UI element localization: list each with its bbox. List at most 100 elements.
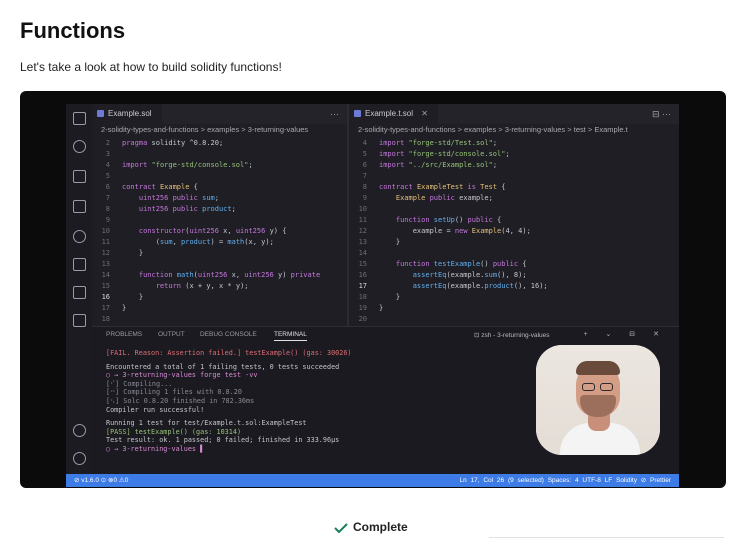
- line-number: 14: [101, 271, 110, 279]
- code-line[interactable]: 10: [349, 204, 548, 215]
- code-line[interactable]: 14: [349, 248, 548, 259]
- terminal-selector[interactable]: ⊡ zsh - 3-returning-values: [474, 331, 550, 339]
- line-number: 19: [358, 304, 367, 312]
- line-number: 6: [105, 183, 110, 191]
- complete-button[interactable]: Complete: [334, 517, 408, 537]
- close-icon[interactable]: ✕: [421, 109, 428, 118]
- remote-icon[interactable]: [73, 286, 86, 299]
- code-line[interactable]: 3: [92, 149, 320, 160]
- split-editor-icon[interactable]: ⊟ ···: [652, 104, 671, 124]
- code-line[interactable]: 19}: [349, 303, 548, 314]
- line-number: 12: [101, 249, 110, 257]
- line-number: 10: [101, 227, 110, 235]
- code-line[interactable]: 11 (sum, product) = math(x, y);: [92, 237, 320, 248]
- code-line[interactable]: 7 uint256 public sum;: [92, 193, 320, 204]
- code-line[interactable]: 2 pragma solidity ^0.8.20;: [92, 138, 320, 149]
- code-line[interactable]: 5: [92, 171, 320, 182]
- line-number: 16: [358, 271, 367, 279]
- tab-example-t-sol[interactable]: Example.t.sol ✕: [349, 104, 438, 124]
- terminal-line: [⠒] Compiling 1 files with 0.8.20: [106, 388, 242, 397]
- code-line[interactable]: 9: [92, 215, 320, 226]
- code-line[interactable]: 5 import "forge-std/console.sol";: [349, 149, 548, 160]
- page-title: Functions: [20, 18, 126, 43]
- code-line[interactable]: 15 return (x + y, x * y);: [92, 281, 320, 292]
- run-debug-icon[interactable]: [73, 170, 86, 183]
- code-line[interactable]: 4 import "forge-std/Test.sol";: [349, 138, 548, 149]
- line-number: 20: [358, 315, 367, 323]
- code-line[interactable]: 13 }: [349, 237, 548, 248]
- code-text: }: [122, 304, 127, 312]
- tab-terminal[interactable]: TERMINAL: [274, 331, 307, 341]
- code-text: function math(uint256 x, uint256 y) priv…: [138, 271, 321, 279]
- code-line[interactable]: 18 }: [349, 292, 548, 303]
- code-text: uint256 public sum;: [138, 194, 219, 202]
- code-text: import "forge-std/Test.sol";: [379, 139, 498, 147]
- code-text: assertEq(example.sum(), 8);: [412, 271, 527, 279]
- solidity-file-icon: [354, 110, 361, 117]
- terminal-line: Running 1 test for test/Example.t.sol:Ex…: [106, 419, 307, 428]
- code-line[interactable]: 11 function setUp() public {: [349, 215, 548, 226]
- code-line[interactable]: 7: [349, 171, 548, 182]
- code-area[interactable]: 4 import "forge-std/Test.sol"; 5 import "fo…: [349, 138, 548, 325]
- code-line[interactable]: 6 import "../src/Example.sol";: [349, 160, 548, 171]
- status-right[interactable]: Ln 17, Col 26 (9 selected) Spaces: 4 UTF…: [459, 474, 671, 487]
- code-text: constructor(uint256 x, uint256 y) {: [138, 227, 287, 235]
- line-number: 10: [358, 205, 367, 213]
- code-line[interactable]: 15 function testExample() public {: [349, 259, 548, 270]
- more-actions-icon[interactable]: ···: [330, 104, 339, 124]
- tab-output[interactable]: OUTPUT: [158, 331, 185, 338]
- code-line[interactable]: 12 example = new Example(4, 4);: [349, 226, 548, 237]
- terminal-output[interactable]: [FAIL. Reason: Assertion failed.] testEx…: [106, 349, 352, 454]
- line-number: 5: [362, 150, 367, 158]
- webcam-overlay: [536, 345, 660, 455]
- code-line[interactable]: 4 import "forge-std/console.sol";: [92, 160, 320, 171]
- tab-problems[interactable]: PROBLEMS: [106, 331, 142, 338]
- right-editor-pane: Example.t.sol ✕ ⊟ ··· 2-solidity-types-a…: [349, 104, 679, 326]
- code-line[interactable]: 8 contract ExampleTest is Test {: [349, 182, 548, 193]
- terminal-line: Compiler run successful!: [106, 405, 205, 414]
- presenter-hair: [576, 361, 620, 375]
- code-text: }: [379, 238, 401, 246]
- line-number: 4: [105, 161, 110, 169]
- solidity-file-icon: [97, 110, 104, 117]
- code-line[interactable]: 12 }: [92, 248, 320, 259]
- search-icon[interactable]: [73, 140, 86, 153]
- code-line[interactable]: 8 uint256 public product;: [92, 204, 320, 215]
- code-text: import "../src/Example.sol";: [379, 161, 498, 169]
- code-line[interactable]: 17 assertEq(example.product(), 16);: [349, 281, 548, 292]
- breadcrumb[interactable]: 2-solidity-types-and-functions > example…: [92, 124, 347, 136]
- code-line[interactable]: 17}: [92, 303, 320, 314]
- breadcrumb[interactable]: 2-solidity-types-and-functions > example…: [349, 124, 679, 136]
- docker-icon[interactable]: [73, 258, 86, 271]
- account-icon[interactable]: [73, 424, 86, 437]
- tab-debug-console[interactable]: DEBUG CONSOLE: [200, 331, 257, 338]
- code-line[interactable]: 18: [92, 314, 320, 325]
- video-player[interactable]: Example.sol ··· 2-solidity-types-and-fun…: [20, 91, 726, 488]
- terminal-actions[interactable]: + ⌄ ⊟ ✕: [583, 330, 667, 338]
- glasses-icon: [600, 383, 613, 391]
- code-line[interactable]: 20: [349, 314, 548, 325]
- line-number: 8: [362, 183, 367, 191]
- code-line[interactable]: 16 assertEq(example.sum(), 8);: [349, 270, 548, 281]
- code-line[interactable]: 10 constructor(uint256 x, uint256 y) {: [92, 226, 320, 237]
- code-text: contract ExampleTest is Test {: [379, 183, 506, 191]
- code-area[interactable]: 2 pragma solidity ^0.8.20; 3 4 import "forge…: [92, 138, 321, 325]
- line-number: 6: [362, 161, 367, 169]
- code-line[interactable]: 13: [92, 259, 320, 270]
- code-text: import "forge-std/console.sol";: [122, 161, 253, 169]
- status-left[interactable]: ⊘ v1.6.0 ⊙ ⊗0 ⚠0: [74, 474, 128, 487]
- line-number: 12: [358, 227, 367, 235]
- settings-icon[interactable]: [73, 452, 86, 465]
- panel-icon[interactable]: [73, 314, 86, 327]
- code-line[interactable]: 14 function math(uint256 x, uint256 y) p…: [92, 270, 321, 281]
- extensions-icon[interactable]: [73, 200, 86, 213]
- code-line[interactable]: 6 contract Example {: [92, 182, 320, 193]
- explorer-icon[interactable]: [73, 112, 86, 125]
- panel-tabs: PROBLEMS OUTPUT DEBUG CONSOLE TERMINAL ⊡…: [92, 327, 679, 343]
- tab-example-sol[interactable]: Example.sol: [92, 104, 162, 124]
- git-icon[interactable]: [73, 230, 86, 243]
- code-line[interactable]: 16 }: [92, 292, 320, 303]
- tab-label: Example.t.sol: [365, 109, 414, 118]
- code-line[interactable]: 9 Example public example;: [349, 193, 548, 204]
- line-number: 14: [358, 249, 367, 257]
